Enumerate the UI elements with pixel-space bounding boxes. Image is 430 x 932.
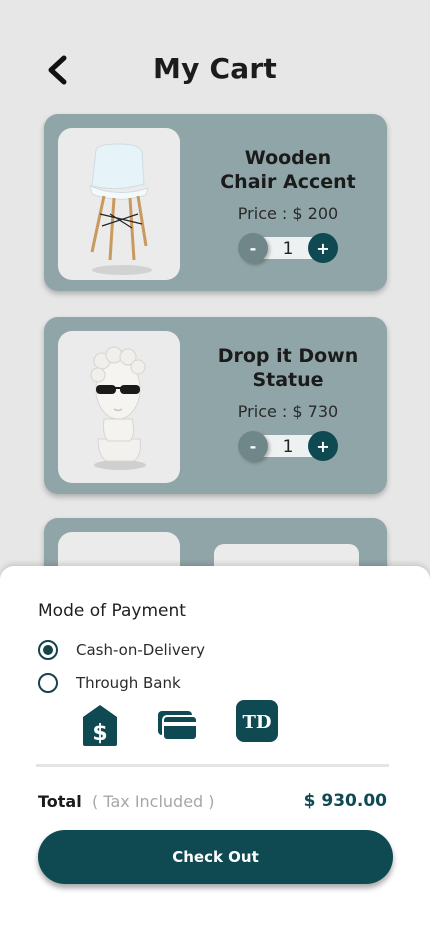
payment-sheet: Mode of Payment Cash-on-Delivery Through… bbox=[0, 566, 430, 932]
bank-dollar-icon[interactable]: $ bbox=[80, 702, 120, 752]
cards-icon[interactable] bbox=[156, 708, 198, 746]
payment-option-through-bank[interactable]: Through Bank bbox=[38, 673, 181, 693]
white-chair-image bbox=[89, 143, 152, 275]
item-name-line: Drop it Down bbox=[217, 345, 359, 367]
item-name: Drop it Down Statue bbox=[204, 344, 372, 392]
item-name-line: Wooden bbox=[244, 147, 332, 169]
total-row: Total ( Tax Included ) $ 930.00 bbox=[38, 790, 387, 814]
item-info: Wooden Chair Accent Price : $ 200 1 - + bbox=[204, 146, 372, 263]
page-title: My Cart bbox=[153, 52, 277, 85]
item-name: Wooden Chair Accent bbox=[204, 146, 372, 194]
td-logo-text: TD bbox=[242, 712, 271, 733]
checkout-button[interactable]: Check Out bbox=[38, 830, 393, 884]
product-image bbox=[58, 128, 180, 280]
item-price: Price : $ 730 bbox=[237, 402, 339, 421]
payment-option-cash-on-delivery[interactable]: Cash-on-Delivery bbox=[38, 640, 205, 660]
cart-item: Drop it Down Statue Price : $ 730 1 - + bbox=[44, 317, 387, 494]
item-name-line: Chair Accent bbox=[220, 171, 356, 193]
total-amount: $ 930.00 bbox=[303, 791, 387, 811]
item-info: Drop it Down Statue Price : $ 730 1 - + bbox=[204, 344, 372, 461]
total-label: Total bbox=[38, 792, 82, 811]
radio-selected-icon[interactable] bbox=[38, 640, 58, 660]
quantity-stepper: 1 - + bbox=[238, 431, 338, 461]
decrease-quantity-button[interactable]: - bbox=[238, 233, 268, 263]
header: My Cart bbox=[0, 50, 430, 90]
payment-option-label: Through Bank bbox=[76, 674, 181, 692]
product-image bbox=[58, 331, 180, 483]
item-name-line: Statue bbox=[252, 369, 324, 391]
tax-note: ( Tax Included ) bbox=[92, 792, 215, 811]
payment-title: Mode of Payment bbox=[38, 601, 186, 621]
td-bank-icon[interactable]: TD bbox=[235, 699, 279, 747]
cart-item: Wooden Chair Accent Price : $ 200 1 - + bbox=[44, 114, 387, 291]
decrease-quantity-button[interactable]: - bbox=[238, 431, 268, 461]
payment-option-label: Cash-on-Delivery bbox=[76, 641, 206, 659]
quantity-stepper: 1 - + bbox=[238, 233, 338, 263]
item-price: Price : $ 200 bbox=[237, 204, 339, 223]
increase-quantity-button[interactable]: + bbox=[308, 233, 338, 263]
radio-unselected-icon[interactable] bbox=[38, 673, 58, 693]
svg-text:$: $ bbox=[92, 721, 107, 746]
increase-quantity-button[interactable]: + bbox=[308, 431, 338, 461]
divider bbox=[36, 764, 389, 767]
statue-with-sunglasses-image bbox=[90, 346, 146, 470]
